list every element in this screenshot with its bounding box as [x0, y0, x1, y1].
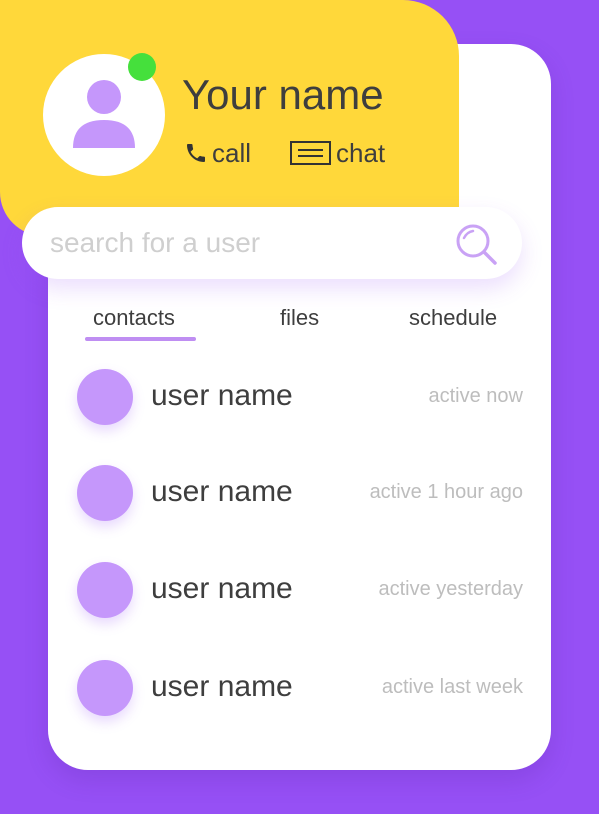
search-button[interactable] [454, 222, 498, 266]
contact-row[interactable]: user name active yesterday [48, 553, 551, 627]
contact-row[interactable]: user name active last week [48, 651, 551, 725]
contact-status: active now [428, 385, 524, 407]
online-status-indicator [128, 53, 156, 81]
search-input[interactable] [50, 207, 450, 279]
phone-icon [187, 144, 205, 162]
contact-name: user name [151, 379, 293, 412]
search-bar [22, 207, 522, 279]
avatar [77, 562, 133, 618]
avatar [77, 465, 133, 521]
avatar [77, 369, 133, 425]
tab-schedule[interactable]: schedule [409, 304, 497, 332]
contact-status: active last week [381, 676, 523, 698]
contact-name: user name [151, 572, 293, 605]
contact-row[interactable]: user name active now [48, 360, 551, 434]
active-tab-indicator [85, 337, 196, 341]
tab-contacts[interactable]: contacts [93, 304, 175, 332]
contact-status: active 1 hour ago [369, 481, 523, 503]
contact-name: user name [151, 475, 293, 508]
chat-button[interactable]: chat [290, 136, 385, 170]
contact-name: user name [151, 670, 293, 703]
chat-label: chat [336, 137, 386, 168]
avatar [77, 660, 133, 716]
tab-files[interactable]: files [280, 304, 319, 332]
search-icon [456, 224, 497, 265]
call-button[interactable]: call [184, 136, 251, 170]
profile-panel: Your name call chat [0, 0, 459, 236]
contact-row[interactable]: user name active 1 hour ago [48, 456, 551, 530]
chat-bubble-icon [290, 141, 331, 165]
contact-status: active yesterday [378, 578, 523, 600]
call-label: call [212, 137, 252, 168]
profile-name: Your name [182, 71, 384, 118]
